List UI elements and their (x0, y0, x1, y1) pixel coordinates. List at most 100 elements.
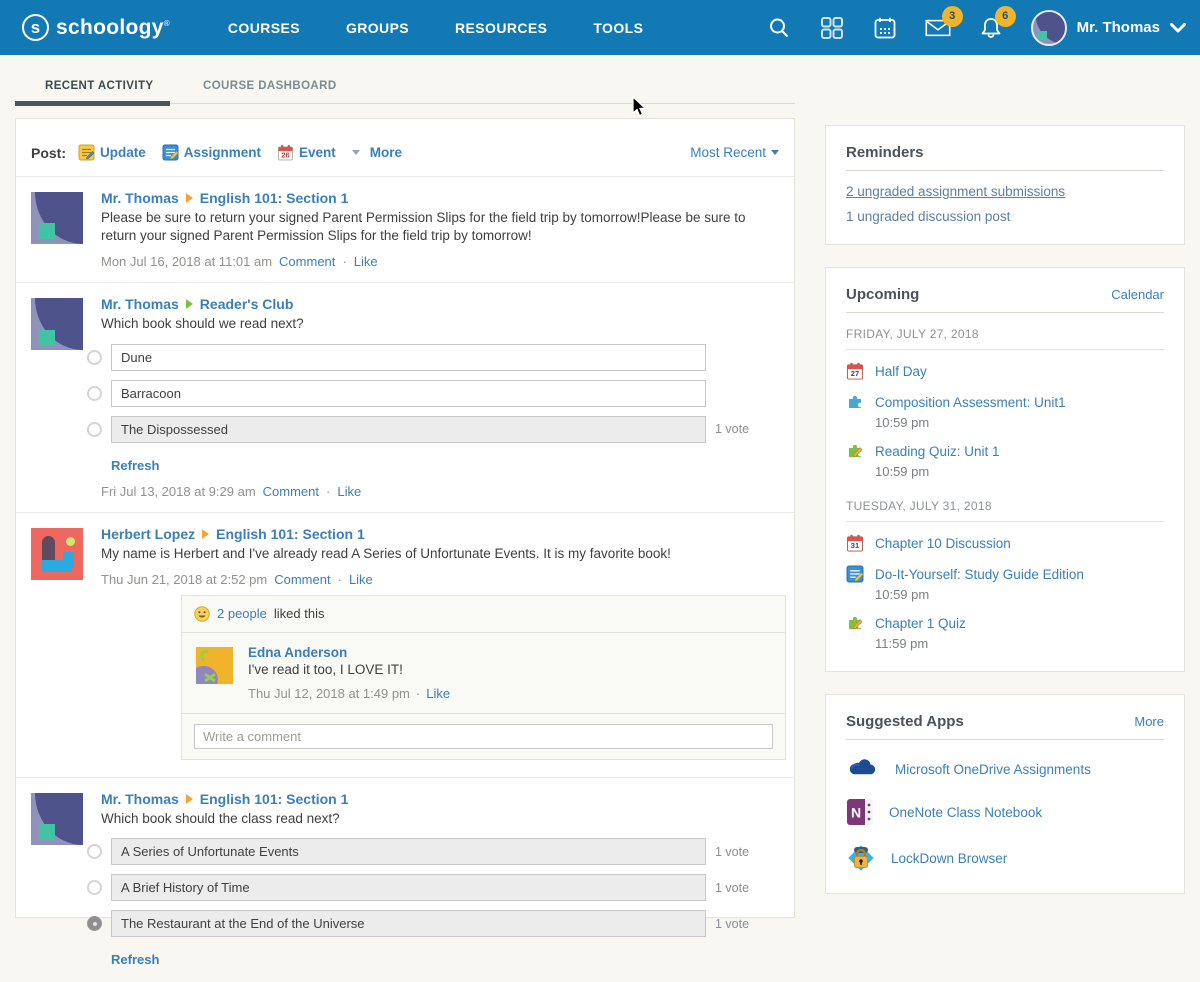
poll-option: The Restaurant at the End of the Univers… (87, 910, 779, 937)
post-target-link[interactable]: Reader's Club (200, 296, 294, 312)
comment-link[interactable]: Comment (279, 254, 335, 269)
sort-dropdown[interactable]: Most Recent (690, 145, 779, 160)
like-link[interactable]: Like (426, 686, 450, 701)
event-link[interactable]: Do-It-Yourself: Study Guide Edition (875, 565, 1084, 584)
poll-option-label: Dune (111, 344, 706, 371)
messages-badge: 3 (942, 6, 963, 27)
app-link[interactable]: LockDown Browser (891, 851, 1007, 866)
calendar-link[interactable]: Calendar (1111, 287, 1164, 302)
post-event-button[interactable]: 26 Event (277, 144, 336, 161)
apps-grid-icon[interactable] (819, 15, 845, 41)
tab-recent-activity[interactable]: RECENT ACTIVITY (45, 80, 153, 92)
sort-caret-icon (771, 150, 779, 155)
post-target-link[interactable]: English 101: Section 1 (200, 190, 349, 206)
event-link[interactable]: Half Day (875, 362, 927, 381)
reminders-title: Reminders (846, 144, 924, 161)
more-label: More (370, 145, 402, 160)
poll-radio[interactable] (87, 844, 102, 859)
write-comment-input[interactable] (194, 724, 773, 749)
event-icon: 26 (277, 144, 294, 161)
poll-radio-selected[interactable] (87, 916, 102, 931)
liked-by-link[interactable]: 2 people (217, 606, 267, 621)
post-label: Post: (31, 145, 66, 161)
messages-icon[interactable]: 3 (925, 15, 951, 41)
notifications-bell-icon[interactable]: 6 (978, 15, 1004, 41)
post-update-button[interactable]: Update (78, 144, 146, 161)
update-label: Update (100, 145, 146, 160)
feed-post: Mr. Thomas Reader's Club Which book shou… (16, 282, 794, 511)
divider (846, 349, 1164, 350)
event-link[interactable]: Chapter 1 Quiz (875, 614, 966, 633)
poll-option-label: Barracoon (111, 380, 706, 407)
puzzle-green-icon (846, 442, 864, 460)
nav-groups[interactable]: GROUPS (346, 20, 409, 36)
poll-option: Barracoon (87, 380, 779, 407)
svg-text:N: N (851, 805, 861, 821)
event-link[interactable]: Chapter 10 Discussion (875, 534, 1011, 553)
comment-author-link[interactable]: Edna Anderson (248, 645, 347, 660)
app-link[interactable]: OneNote Class Notebook (889, 805, 1042, 820)
tab-course-dashboard[interactable]: COURSE DASHBOARD (203, 80, 337, 92)
user-menu[interactable]: Mr. Thomas (1031, 10, 1186, 46)
arrow-right-icon (202, 529, 209, 539)
reminder-ungraded-assignments[interactable]: 2 ungraded assignment submissions (846, 184, 1164, 199)
nav-resources[interactable]: RESOURCES (455, 20, 547, 36)
comment-link[interactable]: Comment (263, 484, 319, 499)
event-link[interactable]: Composition Assessment: Unit1 (875, 393, 1066, 412)
like-link[interactable]: Like (349, 572, 373, 587)
poll-radio[interactable] (87, 880, 102, 895)
poll-refresh-link[interactable]: Refresh (111, 458, 159, 473)
poll-votes: 1 vote (715, 881, 749, 895)
puzzle-green-icon (846, 614, 864, 632)
upcoming-event: Composition Assessment: Unit1 (846, 393, 1164, 412)
upcoming-event: Reading Quiz: Unit 1 (846, 442, 1164, 461)
schoology-logo-icon: S (22, 14, 49, 41)
apps-more-link[interactable]: More (1134, 714, 1164, 729)
notifications-badge: 6 (995, 6, 1016, 27)
avatar[interactable] (31, 192, 83, 244)
app-link[interactable]: Microsoft OneDrive Assignments (895, 762, 1091, 777)
post-target-link[interactable]: English 101: Section 1 (216, 526, 365, 542)
reminder-ungraded-discussions[interactable]: 1 ungraded discussion post (846, 209, 1164, 224)
post-more-button[interactable]: More (352, 145, 402, 160)
post-timestamp: Thu Jun 21, 2018 at 2:52 pm (101, 572, 267, 587)
search-icon[interactable] (766, 15, 792, 41)
nav-courses[interactable]: COURSES (228, 20, 300, 36)
page-tabs: RECENT ACTIVITY COURSE DASHBOARD (15, 70, 795, 118)
top-navbar: S schoology® COURSES GROUPS RESOURCES TO… (0, 0, 1200, 55)
nav-tools[interactable]: TOOLS (593, 20, 643, 36)
post-author-link[interactable]: Mr. Thomas (101, 296, 179, 312)
like-link[interactable]: Like (337, 484, 361, 499)
poll-radio[interactable] (87, 386, 102, 401)
post-body: Please be sure to return your signed Par… (101, 209, 773, 245)
post-author-link[interactable]: Mr. Thomas (101, 190, 179, 206)
assignment-icon (162, 144, 179, 161)
post-target-link[interactable]: English 101: Section 1 (200, 791, 349, 807)
avatar[interactable] (31, 793, 83, 845)
dot-separator: · (342, 254, 346, 269)
feed-post: Herbert Lopez English 101: Section 1 My … (16, 512, 794, 777)
assignment-icon (846, 565, 864, 583)
comment: Edna Anderson I've read it too, I LOVE I… (182, 633, 785, 714)
comment-timestamp: Thu Jul 12, 2018 at 1:49 pm (248, 686, 410, 701)
poll-refresh-link[interactable]: Refresh (111, 952, 159, 967)
poll-radio[interactable] (87, 350, 102, 365)
post-author-link[interactable]: Herbert Lopez (101, 526, 195, 542)
avatar[interactable] (31, 528, 83, 580)
event-time: 10:59 pm (875, 464, 1164, 479)
divider (846, 312, 1164, 313)
user-name: Mr. Thomas (1077, 19, 1160, 36)
schoology-logo[interactable]: S schoology® (22, 14, 170, 41)
post-author-link[interactable]: Mr. Thomas (101, 791, 179, 807)
like-link[interactable]: Like (354, 254, 378, 269)
divider (846, 521, 1164, 522)
calendar-icon[interactable] (872, 15, 898, 41)
app-item: LockDown Browser (846, 843, 1164, 873)
app-item: Microsoft OneDrive Assignments (846, 757, 1164, 781)
comment-link[interactable]: Comment (274, 572, 330, 587)
avatar[interactable] (196, 647, 233, 684)
post-assignment-button[interactable]: Assignment (162, 144, 261, 161)
poll-radio[interactable] (87, 422, 102, 437)
event-link[interactable]: Reading Quiz: Unit 1 (875, 442, 1000, 461)
avatar[interactable] (31, 298, 83, 350)
